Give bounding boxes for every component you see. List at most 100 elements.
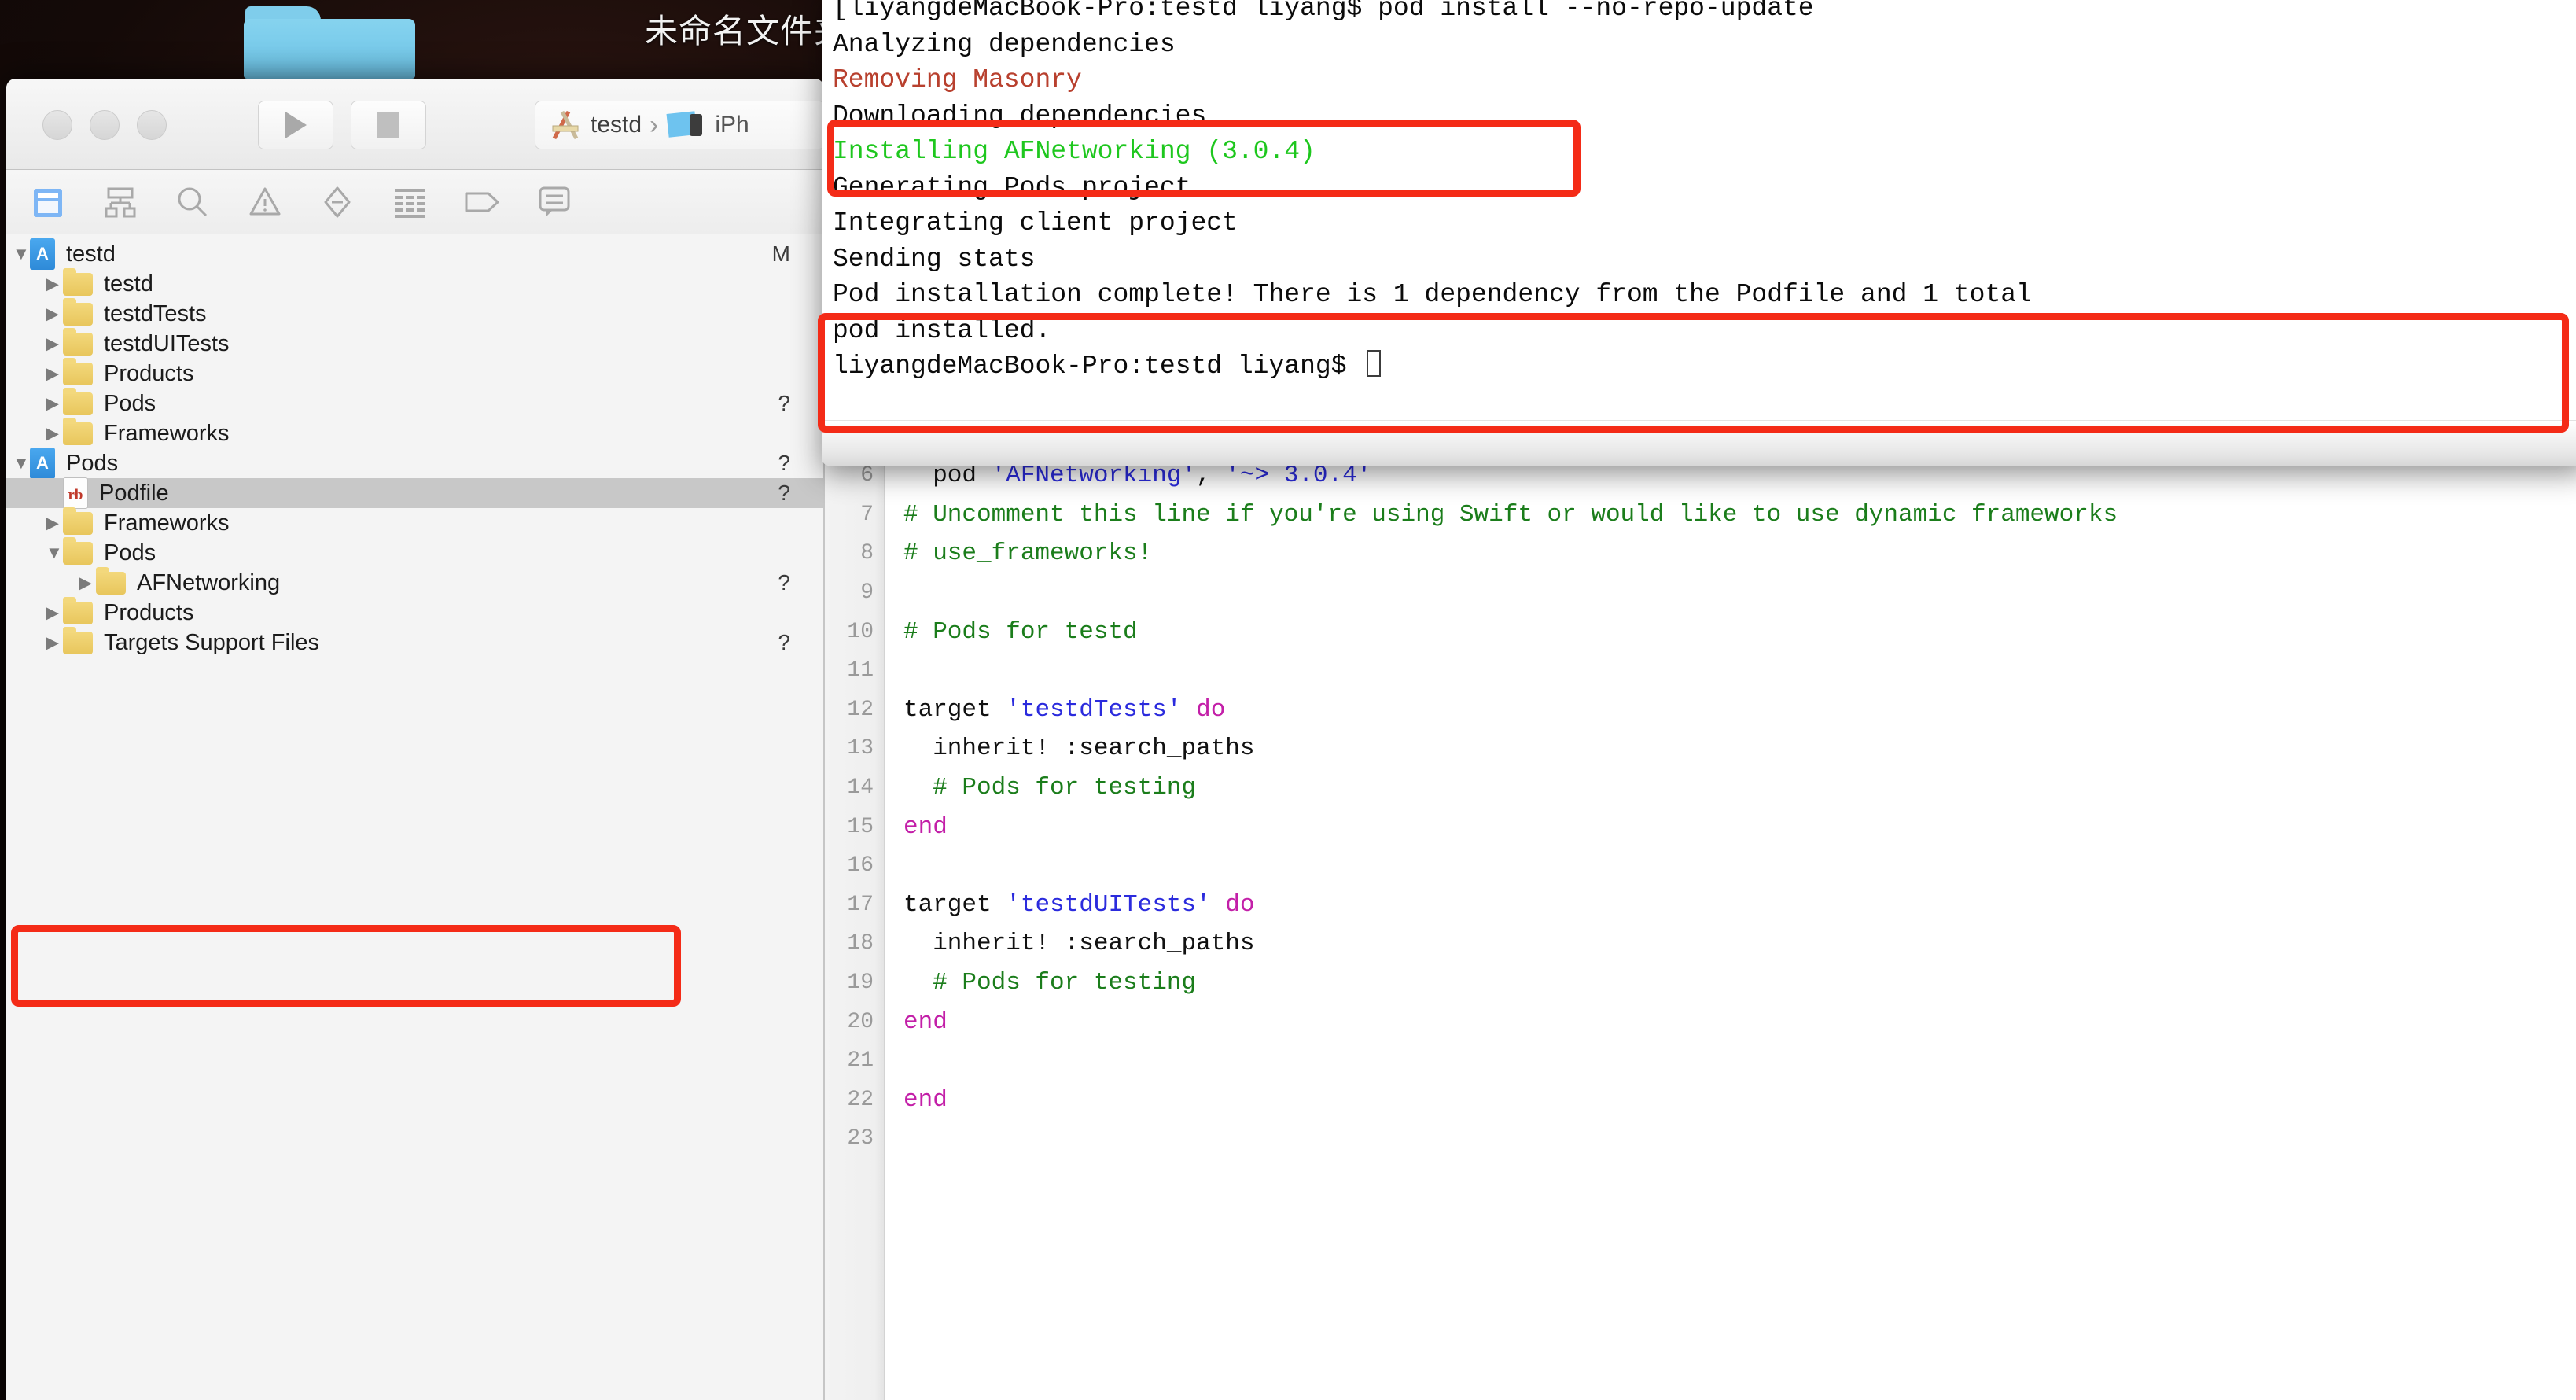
- chevron-right-icon[interactable]: [46, 305, 63, 322]
- code-line[interactable]: 18 inherit! :search_paths: [825, 924, 2576, 963]
- code-line-source: pod 'AFNetworking', '~> 3.0.4': [903, 462, 1371, 489]
- line-number: 7: [860, 502, 874, 527]
- sitemap-icon: [105, 187, 136, 217]
- sidebar-item-symbol-navigator[interactable]: [171, 181, 214, 223]
- chevron-down-icon[interactable]: [13, 455, 30, 472]
- sidebar-item-issue-navigator[interactable]: [244, 181, 286, 223]
- code-token-com: # Uncomment this line if you're using Sw…: [903, 500, 2118, 529]
- chevron-right-icon[interactable]: [46, 335, 63, 352]
- code-line-source: end: [903, 1008, 948, 1036]
- search-icon: [178, 187, 208, 216]
- tree-row-status-badge: ?: [778, 570, 790, 595]
- code-token-str: '~> 3.0.4': [1225, 462, 1372, 490]
- tree-row-testd[interactable]: testd: [6, 267, 823, 299]
- code-line[interactable]: 8 # use_frameworks!: [825, 534, 2576, 573]
- terminal-line-text: Installing AFNetworking (3.0.4): [833, 137, 1316, 166]
- chevron-right-icon[interactable]: [46, 395, 63, 412]
- terminal-line-text: Analyzing dependencies: [833, 29, 1176, 59]
- code-line[interactable]: 21: [825, 1041, 2576, 1081]
- desktop-background: 未命名文件夹 testd › iPh ▼ A testd M ▶ testd ▶…: [0, 0, 2576, 1400]
- folder-icon: [63, 297, 93, 326]
- line-number: 20: [847, 1009, 874, 1034]
- desktop-folder-caption: 未命名文件夹: [645, 12, 848, 50]
- scheme-device-label: iPh: [715, 112, 749, 138]
- tree-row-label: Pods: [66, 450, 119, 476]
- tree-row-frameworks[interactable]: Frameworks: [6, 417, 823, 448]
- tree-row-testd[interactable]: testd M: [6, 238, 823, 270]
- tree-row-products[interactable]: Products: [6, 357, 823, 389]
- tree-row-testduitests[interactable]: testdUITests: [6, 327, 823, 359]
- terminal-line-text: Sending stats: [833, 244, 1036, 274]
- xcode-window[interactable]: testd › iPh ▼ A testd M ▶ testd ▶ testdT…: [6, 79, 824, 1400]
- xcode-tools-icon: [552, 110, 579, 140]
- scheme-selector[interactable]: testd › iPh: [535, 101, 824, 149]
- code-content[interactable]: 6 pod 'AFNetworking', '~> 3.0.4' 7 # Uncom…: [825, 456, 2576, 1159]
- tree-row-targets-support-files[interactable]: Targets Support Files?: [6, 626, 823, 658]
- chevron-right-icon[interactable]: [46, 275, 63, 293]
- terminal-line: Analyzing dependencies: [833, 27, 2576, 63]
- code-line[interactable]: 22 end: [825, 1081, 2576, 1120]
- code-line[interactable]: 17 target 'testdUITests' do: [825, 886, 2576, 925]
- code-line[interactable]: 13 inherit! :search_paths: [825, 729, 2576, 768]
- chevron-down-icon[interactable]: [46, 544, 63, 562]
- sidebar-item-source-control-navigator[interactable]: [99, 181, 142, 223]
- code-token-plain: pod: [903, 462, 992, 490]
- line-number: 8: [860, 541, 874, 566]
- code-line[interactable]: 15 end: [825, 807, 2576, 846]
- code-line[interactable]: 11: [825, 651, 2576, 691]
- code-line[interactable]: 16: [825, 846, 2576, 886]
- chevron-right-icon[interactable]: [46, 514, 63, 532]
- tree-row-testdtests[interactable]: testdTests: [6, 297, 823, 329]
- chevron-right-icon[interactable]: [46, 634, 63, 651]
- terminal-window[interactable]: [liyangdeMacBook-Pro:testd liyang$ pod i…: [822, 0, 2576, 466]
- code-line[interactable]: 12 target 'testdTests' do: [825, 691, 2576, 730]
- chevron-right-icon[interactable]: [46, 365, 63, 382]
- chevron-right-icon[interactable]: [46, 425, 63, 442]
- tree-row-label: Products: [104, 599, 194, 625]
- code-line[interactable]: 10 # Pods for testd: [825, 612, 2576, 651]
- line-number: 17: [847, 892, 874, 917]
- chevron-right-icon[interactable]: [79, 574, 96, 591]
- tree-row-pods[interactable]: Pods?: [6, 387, 823, 418]
- tree-row-pods[interactable]: Pods: [6, 536, 823, 568]
- folder-icon: [63, 507, 93, 535]
- code-line[interactable]: 14 # Pods for testing: [825, 768, 2576, 808]
- tree-row-podfile[interactable]: Podfile?: [6, 477, 823, 509]
- folder-icon: [63, 596, 93, 624]
- tree-row-products[interactable]: Products: [6, 596, 823, 628]
- terminal-line-text: Downloading dependencies: [833, 101, 1207, 131]
- project-navigator-tree[interactable]: testd Mtestd testdTests testdUITests Product…: [6, 234, 824, 1400]
- close-button[interactable]: [42, 110, 72, 140]
- blue-folder-icon[interactable]: [244, 6, 415, 79]
- code-line[interactable]: 7 # Uncomment this line if you're using S…: [825, 496, 2576, 535]
- code-line[interactable]: 9: [825, 573, 2576, 613]
- navigator-tab-bar[interactable]: [6, 170, 824, 234]
- code-editor[interactable]: 6 pod 'AFNetworking', '~> 3.0.4' 7 # Uncom…: [824, 456, 2576, 1400]
- code-line[interactable]: 23: [825, 1119, 2576, 1159]
- tree-row-pods[interactable]: Pods?: [6, 448, 823, 479]
- sidebar-item-project-navigator[interactable]: [27, 181, 69, 223]
- folder-icon: [34, 188, 62, 217]
- stop-button[interactable]: [351, 101, 426, 149]
- tree-row-frameworks[interactable]: Frameworks: [6, 507, 823, 538]
- sidebar-item-breakpoint-navigator[interactable]: [461, 181, 503, 223]
- line-number: 6: [860, 463, 874, 488]
- chevron-right-icon[interactable]: [46, 604, 63, 621]
- code-line[interactable]: 20 end: [825, 1002, 2576, 1041]
- zoom-button[interactable]: [137, 110, 167, 140]
- tag-icon: [465, 192, 499, 212]
- tree-row-afnetworking[interactable]: AFNetworking?: [6, 566, 823, 598]
- sidebar-item-report-navigator[interactable]: [533, 181, 576, 223]
- chevron-down-icon[interactable]: [13, 245, 30, 263]
- terminal-output[interactable]: [liyangdeMacBook-Pro:testd liyang$ pod i…: [822, 0, 2576, 385]
- line-number: 10: [847, 619, 874, 644]
- warning-triangle-icon: [249, 187, 281, 215]
- minimize-button[interactable]: [90, 110, 120, 140]
- sidebar-item-debug-navigator[interactable]: [388, 181, 431, 223]
- code-line[interactable]: 19 # Pods for testing: [825, 963, 2576, 1003]
- sidebar-item-test-navigator[interactable]: [316, 181, 359, 223]
- diamond-minus-icon: [324, 186, 351, 217]
- play-icon: [285, 112, 307, 138]
- run-button[interactable]: [258, 101, 333, 149]
- window-traffic-lights[interactable]: [42, 110, 167, 140]
